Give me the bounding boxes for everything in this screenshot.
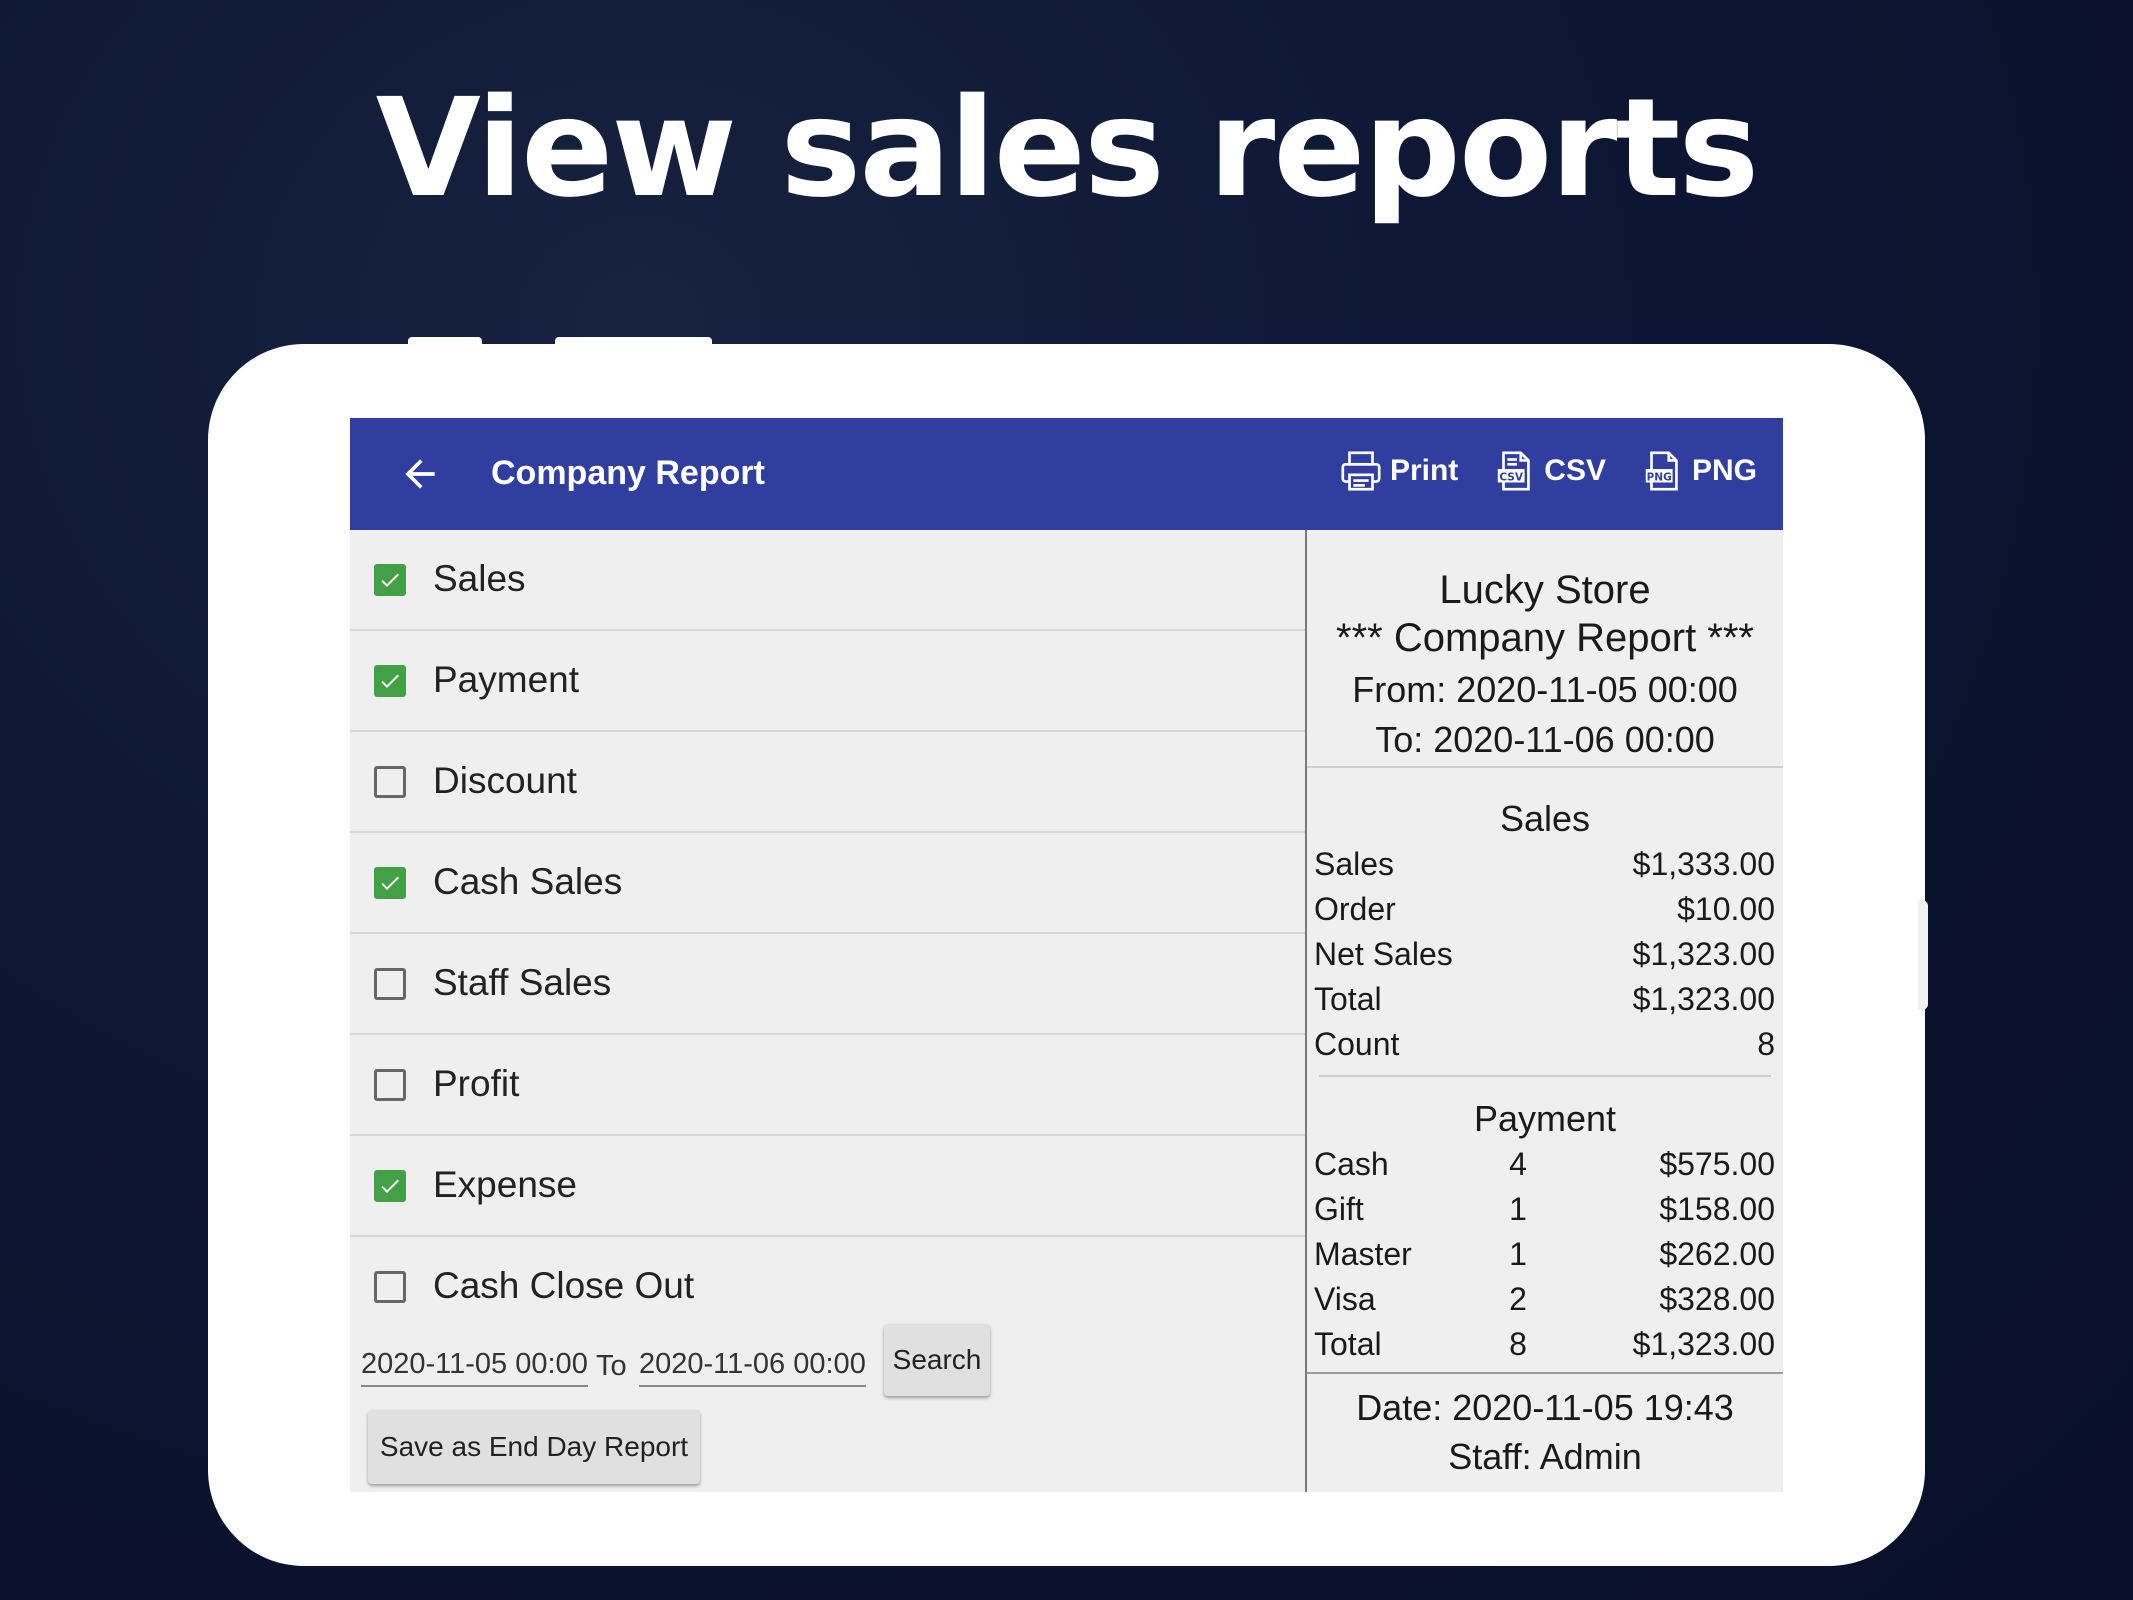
- option-staff-sales[interactable]: Staff Sales: [350, 934, 1305, 1035]
- to-date-field[interactable]: 2020-11-06 00:00: [639, 1348, 866, 1387]
- row-label: Count: [1314, 1026, 1400, 1062]
- option-label: Expense: [433, 1164, 577, 1205]
- print-label: Print: [1389, 454, 1459, 487]
- sales-row: Total $1,323.00: [1314, 981, 1775, 1021]
- checkbox-unchecked-icon[interactable]: [374, 1271, 406, 1303]
- option-label: Cash Sales: [433, 861, 623, 902]
- option-cash-close-out[interactable]: Cash Close Out: [350, 1237, 1305, 1338]
- payment-row: Visa 2 $328.00: [1314, 1281, 1775, 1321]
- payment-row: Cash 4 $575.00: [1314, 1146, 1775, 1186]
- printer-icon: [1341, 451, 1381, 491]
- sales-row: Order $10.00: [1314, 891, 1775, 931]
- csv-button[interactable]: CSV CSV: [1492, 448, 1606, 494]
- option-label: Discount: [433, 760, 577, 801]
- option-sales[interactable]: Sales: [350, 530, 1305, 631]
- checkbox-unchecked-icon[interactable]: [374, 1069, 406, 1101]
- payment-row: Gift 1 $158.00: [1314, 1191, 1775, 1231]
- checkbox-checked-icon[interactable]: [374, 665, 406, 697]
- divider: [1307, 766, 1783, 768]
- row-label: Total: [1314, 981, 1382, 1017]
- png-file-icon: PNG: [1645, 451, 1678, 491]
- row-label: Sales: [1314, 846, 1395, 882]
- option-discount[interactable]: Discount: [350, 732, 1305, 833]
- png-button[interactable]: PNG PNG: [1640, 448, 1757, 494]
- option-expense[interactable]: Expense: [350, 1136, 1305, 1237]
- csv-file-icon: CSV: [1498, 451, 1531, 491]
- checkbox-checked-icon[interactable]: [374, 867, 406, 899]
- checkbox-checked-icon[interactable]: [374, 564, 406, 596]
- divider: [1319, 1075, 1771, 1077]
- row-label: Net Sales: [1314, 936, 1453, 972]
- sales-row: Count 8: [1314, 1026, 1775, 1066]
- payment-heading: Payment: [1473, 1098, 1617, 1139]
- payment-row: Master 1 $262.00: [1314, 1236, 1775, 1276]
- option-payment[interactable]: Payment: [350, 631, 1305, 732]
- divider: [1307, 1372, 1783, 1374]
- back-arrow-icon[interactable]: [398, 452, 442, 496]
- row-label: Order: [1314, 891, 1396, 927]
- report-to: To: 2020-11-06 00:00: [1375, 719, 1715, 760]
- option-label: Cash Close Out: [433, 1265, 695, 1306]
- row-value: $158.00: [1659, 1191, 1775, 1227]
- row-value: $1,333.00: [1632, 846, 1775, 882]
- page-title: Company Report: [491, 454, 765, 492]
- row-value: $10.00: [1677, 891, 1775, 927]
- report-preview: Lucky Store *** Company Report *** From:…: [1307, 530, 1783, 1492]
- row-value: $262.00: [1659, 1236, 1775, 1272]
- report-from: From: 2020-11-05 00:00: [1352, 669, 1738, 710]
- checkbox-checked-icon[interactable]: [374, 1170, 406, 1202]
- from-date-field[interactable]: 2020-11-05 00:00: [361, 1348, 588, 1387]
- sales-row: Net Sales $1,323.00: [1314, 936, 1775, 976]
- row-value: $575.00: [1659, 1146, 1775, 1182]
- sales-row: Sales $1,333.00: [1314, 846, 1775, 886]
- row-value: $1,323.00: [1632, 1326, 1775, 1362]
- report-staff: Staff: Admin: [1448, 1436, 1642, 1477]
- row-value: $1,323.00: [1632, 936, 1775, 972]
- row-value: 8: [1757, 1026, 1775, 1062]
- store-name: Lucky Store: [1439, 568, 1651, 612]
- svg-text:CSV: CSV: [1500, 472, 1525, 484]
- checkbox-unchecked-icon[interactable]: [374, 968, 406, 1000]
- option-label: Sales: [433, 558, 526, 599]
- sales-heading: Sales: [1499, 798, 1591, 839]
- to-label: To: [596, 1350, 627, 1382]
- report-title: *** Company Report ***: [1336, 616, 1754, 660]
- print-button[interactable]: Print: [1338, 448, 1458, 494]
- app-screen: Company Report Print CSV CSV PNG PNG Sal…: [350, 418, 1783, 1492]
- option-label: Staff Sales: [433, 962, 612, 1003]
- search-button[interactable]: Search: [884, 1324, 990, 1396]
- save-end-day-report-button[interactable]: Save as End Day Report: [368, 1410, 700, 1484]
- option-label: Payment: [433, 659, 580, 700]
- checkbox-unchecked-icon[interactable]: [374, 766, 406, 798]
- payment-row: Total 8 $1,323.00: [1314, 1326, 1775, 1366]
- option-cash-sales[interactable]: Cash Sales: [350, 833, 1305, 934]
- row-value: $328.00: [1659, 1281, 1775, 1317]
- row-value: $1,323.00: [1632, 981, 1775, 1017]
- option-label: Profit: [433, 1063, 520, 1104]
- option-profit[interactable]: Profit: [350, 1035, 1305, 1136]
- app-bar: Company Report Print CSV CSV PNG PNG: [350, 418, 1783, 530]
- png-label: PNG: [1691, 454, 1757, 487]
- device-side-button: [1918, 900, 1928, 1010]
- headline: View sales reports: [375, 70, 1760, 228]
- csv-label: CSV: [1544, 454, 1606, 487]
- svg-text:PNG: PNG: [1647, 472, 1672, 484]
- toolbar-actions: Print CSV CSV PNG PNG: [1338, 448, 1757, 494]
- report-date: Date: 2020-11-05 19:43: [1356, 1387, 1734, 1428]
